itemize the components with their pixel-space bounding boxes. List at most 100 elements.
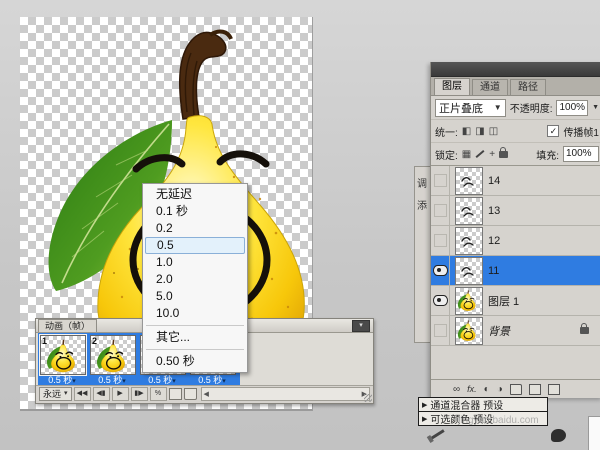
next-frame-button[interactable]: ▮▶	[131, 387, 148, 401]
unify-label: 统一:	[435, 124, 458, 139]
link-layers-icon[interactable]: ∞	[453, 384, 460, 395]
layer-name[interactable]: 12	[488, 235, 500, 247]
eye-icon[interactable]	[433, 295, 448, 306]
frame-3-delay[interactable]: 0.5 秒▾	[139, 373, 185, 386]
layer-thumbnail[interactable]	[455, 287, 483, 315]
layer-row-layer1[interactable]: 图层 1	[431, 286, 600, 316]
first-frame-button[interactable]: ◀◀	[74, 387, 91, 401]
menu-item-0.2[interactable]: 0.2	[145, 220, 245, 237]
menu-item-5.0[interactable]: 5.0	[145, 288, 245, 305]
propagate-label: 传播帧1	[563, 124, 599, 139]
layer-row-13[interactable]: 13	[431, 196, 600, 226]
chevron-down-icon[interactable]: ▼	[592, 104, 599, 111]
menu-item-2.0[interactable]: 2.0	[145, 271, 245, 288]
animation-panel-menu-icon[interactable]: ▾	[352, 320, 370, 332]
menu-item-other[interactable]: 其它...	[145, 329, 245, 346]
layer-row-14[interactable]: 14	[431, 166, 600, 196]
layer-styles-icon[interactable]: fx.	[467, 384, 477, 394]
visibility-well[interactable]	[431, 196, 450, 225]
layer-name[interactable]: 背景	[488, 323, 510, 339]
tab-layers[interactable]: 图层	[434, 78, 470, 95]
tab-paths[interactable]: 路径	[510, 79, 546, 95]
menu-item-0.1s[interactable]: 0.1 秒	[145, 203, 245, 220]
visibility-well[interactable]	[431, 286, 450, 315]
layer-list: 14 13 12 11 图层 1	[431, 166, 600, 346]
unify-style-icon[interactable]: ◫	[489, 126, 498, 137]
layer-thumbnail[interactable]	[455, 167, 483, 195]
layers-panel-footer: ∞ fx. ◐ ◑	[431, 379, 600, 398]
layers-panel: 图层 通道 路径 正片叠底▼ 不透明度: 100% ▼ 统一: ◧ ◨ ◫ ✓ …	[430, 62, 600, 398]
visibility-empty-icon	[434, 324, 447, 337]
play-button[interactable]: ▶	[112, 387, 129, 401]
propagate-checkbox[interactable]: ✓	[547, 125, 559, 137]
unify-row: 统一: ◧ ◨ ◫ ✓ 传播帧1	[431, 120, 600, 143]
visibility-well[interactable]	[431, 256, 450, 285]
layers-panel-tabs: 图层 通道 路径	[431, 77, 600, 96]
layer-row-background[interactable]: 背景	[431, 316, 600, 346]
menu-item-0.5[interactable]: 0.5	[145, 237, 245, 254]
frame-2[interactable]: 2	[90, 335, 136, 375]
loop-count-dropdown[interactable]: 永远▾	[39, 387, 72, 401]
menu-item-no-delay[interactable]: 无延迟	[145, 186, 245, 203]
visibility-empty-icon	[434, 204, 447, 217]
menu-item-1.0[interactable]: 1.0	[145, 254, 245, 271]
frame-1-delay[interactable]: 0.5 秒▾	[39, 373, 85, 386]
new-group-icon[interactable]	[510, 384, 522, 395]
animation-panel-tab[interactable]: 动画（帧）	[38, 319, 97, 332]
unify-visibility-icon[interactable]: ◨	[475, 126, 484, 137]
lock-label: 锁定:	[435, 147, 458, 162]
layer-name[interactable]: 11	[488, 265, 499, 277]
channel-mixer-presets-row[interactable]: ▶ 通道混合器 预设	[418, 397, 548, 412]
fill-value[interactable]: 100%	[563, 146, 599, 162]
unify-position-icon[interactable]: ◧	[462, 126, 471, 137]
layer-mask-icon[interactable]: ◐	[484, 384, 490, 395]
collapsed-arrow-icon: ▶	[422, 415, 427, 423]
visibility-well[interactable]	[431, 166, 450, 195]
layer-row-12[interactable]: 12	[431, 226, 600, 256]
adjustments-strip-label: 添	[417, 197, 427, 212]
layer-thumbnail[interactable]	[455, 257, 483, 285]
scrollbar-fragment[interactable]	[588, 416, 600, 450]
new-frame-button[interactable]	[169, 388, 182, 400]
visibility-well[interactable]	[431, 226, 450, 255]
previous-frame-button[interactable]: ◀▮	[93, 387, 110, 401]
blend-mode-row: 正片叠底▼ 不透明度: 100% ▼	[431, 96, 600, 120]
adjustment-layer-icon[interactable]: ◑	[497, 384, 503, 395]
layer-thumbnail[interactable]	[455, 197, 483, 225]
delete-layer-icon[interactable]	[548, 384, 560, 395]
eye-icon[interactable]	[433, 265, 448, 276]
layer-name[interactable]: 14	[488, 175, 500, 187]
delete-frame-button[interactable]	[184, 388, 197, 400]
lock-pixels-icon[interactable]	[476, 150, 485, 158]
frames-scrollbar[interactable]: ◀ ▶	[201, 387, 370, 401]
frame-1[interactable]: 1	[40, 335, 86, 375]
scroll-left-icon[interactable]: ◀	[202, 390, 211, 398]
layer-thumbnail[interactable]	[455, 317, 483, 345]
status-icon	[551, 429, 566, 442]
menu-separator	[146, 325, 244, 326]
chevron-down-icon: ▾	[64, 388, 68, 400]
lock-transparency-icon[interactable]: ▦	[462, 149, 471, 160]
panel-resize-grip[interactable]	[364, 394, 372, 402]
menu-separator	[146, 349, 244, 350]
tween-button[interactable]: %	[150, 387, 167, 401]
layer-thumbnail[interactable]	[455, 227, 483, 255]
opacity-value[interactable]: 100%	[556, 100, 588, 116]
menu-item-10.0[interactable]: 10.0	[145, 305, 245, 322]
menu-item-0.50s[interactable]: 0.50 秒	[145, 353, 245, 370]
layer-name[interactable]: 13	[488, 205, 500, 217]
visibility-well[interactable]	[431, 316, 450, 345]
collapsed-arrow-icon: ▶	[422, 401, 427, 409]
lock-all-icon[interactable]	[499, 151, 508, 158]
lock-position-icon[interactable]: +	[489, 149, 495, 160]
tab-channels[interactable]: 通道	[472, 79, 508, 95]
frame-2-delay[interactable]: 0.5 秒▾	[89, 373, 135, 386]
new-layer-icon[interactable]	[529, 384, 541, 395]
layer-name[interactable]: 图层 1	[488, 293, 519, 309]
blend-mode-select[interactable]: 正片叠底▼	[435, 99, 506, 117]
watermark: jingyan.baidu.com	[458, 415, 539, 426]
layers-panel-titlebar[interactable]	[431, 62, 600, 77]
lock-row: 锁定: ▦ + 填充: 100%	[431, 143, 600, 166]
layer-row-11[interactable]: 11	[431, 256, 600, 286]
frame-4-delay[interactable]: 0.5 秒▾	[189, 373, 235, 386]
